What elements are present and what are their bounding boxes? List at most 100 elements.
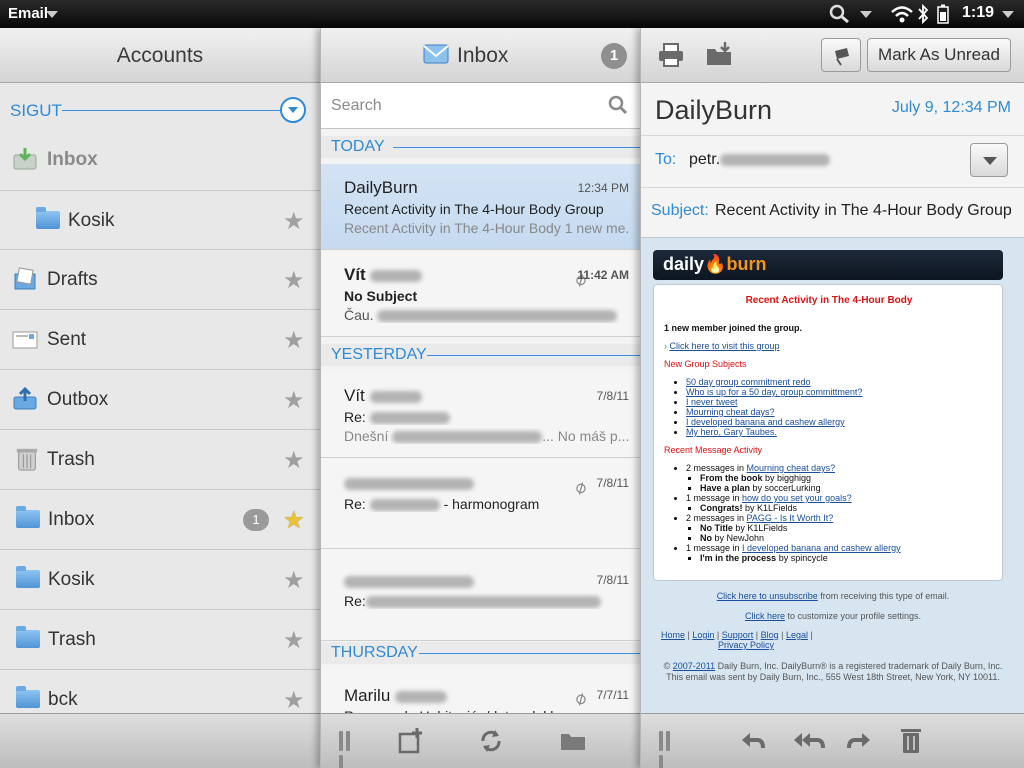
date-group-label: TODAY (331, 138, 385, 155)
message-time: 11:42 AM (577, 268, 629, 282)
folder-sent[interactable]: Sent ★ (0, 310, 320, 370)
inbox-icon (13, 148, 37, 170)
message-row-harmonogram[interactable]: ⌀ 7/8/11 Re: - harmonogram (321, 459, 640, 549)
folder-label: Kosik (68, 210, 115, 231)
activity-title: Recent Message Activity (664, 445, 763, 455)
flag-icon (835, 48, 849, 66)
app-menu-title[interactable]: Email (8, 5, 48, 22)
reply-all-icon[interactable] (791, 726, 831, 756)
subject-link[interactable]: 50 day group commitment redo (686, 377, 811, 387)
folder-icon (36, 207, 62, 232)
reply-icon[interactable] (737, 726, 769, 756)
message-row-re[interactable]: 7/8/11 Re: (321, 549, 640, 641)
subject-link[interactable]: Mourning cheat days? (686, 407, 775, 417)
bluetooth-icon (918, 4, 929, 24)
refresh-icon[interactable] (475, 726, 507, 756)
favorite-star-icon[interactable]: ★ (283, 207, 305, 236)
pane-drag-handle-icon[interactable] (339, 731, 357, 768)
delete-icon[interactable] (895, 726, 927, 756)
folder-label: Outbox (47, 389, 109, 410)
home-link[interactable]: Home (661, 630, 685, 640)
new-subjects-title: New Group Subjects (664, 359, 747, 369)
visit-group-link[interactable]: Click here to visit this group (670, 341, 780, 351)
folder-outbox[interactable]: Outbox ★ (0, 370, 320, 430)
favorite-star-icon[interactable]: ★ (283, 326, 305, 355)
folder-trash[interactable]: Trash ★ (0, 430, 320, 490)
date-group-divider (427, 355, 640, 356)
subject-value: Recent Activity in The 4-Hour Body Group (715, 202, 1012, 219)
recipients-expand-button[interactable] (970, 143, 1008, 177)
subject-link[interactable]: I never tweet (686, 397, 738, 407)
subject-link[interactable]: I developed banana and cashew allergy (686, 417, 845, 427)
system-menu-caret-icon[interactable] (1002, 11, 1014, 18)
copyright-link[interactable]: 2007-2011 (673, 661, 715, 671)
favorite-star-icon[interactable]: ★ (283, 506, 305, 535)
message-subject: Re: (344, 593, 629, 609)
folder-inbox-favorite[interactable]: Inbox 1 ★ (0, 490, 320, 550)
pane-drag-handle-icon[interactable] (659, 731, 677, 768)
account-header-sigut[interactable]: SIGUT (0, 95, 320, 125)
outbox-icon (13, 387, 37, 410)
mark-as-unread-button[interactable]: Mark As Unread (867, 38, 1011, 72)
joined-text: 1 new member joined the group. (664, 323, 803, 333)
folder-trash-custom[interactable]: Trash ★ (0, 610, 320, 670)
login-link[interactable]: Login (692, 630, 714, 640)
folder-kosik-account[interactable]: Kosik ★ (0, 190, 320, 250)
date-group-label: THURSDAY (331, 644, 418, 661)
folder-label: Kosik (48, 569, 95, 590)
favorite-star-icon[interactable]: ★ (283, 446, 305, 475)
date-group-thursday: THURSDAY (321, 642, 640, 664)
date-group-label: YESTERDAY (331, 346, 427, 363)
inbox-pane: Inbox 1 TODAY DailyBurn 12:34 PM Recent … (320, 28, 640, 768)
folder-inbox-account[interactable]: Inbox (0, 130, 320, 190)
thread-link[interactable]: Mourning cheat days? (747, 463, 836, 473)
search-icon[interactable] (608, 95, 628, 115)
account-collapse-toggle-icon[interactable] (280, 97, 306, 123)
email-content-card: Recent Activity in The 4-Hour Body 1 new… (653, 284, 1003, 581)
folder-kosik[interactable]: Kosik ★ (0, 550, 320, 610)
message-row-dailyburn[interactable]: DailyBurn 12:34 PM Recent Activity in Th… (321, 164, 640, 250)
envelope-icon (423, 44, 449, 64)
favorite-star-icon[interactable]: ★ (283, 686, 305, 715)
subject-link[interactable]: Who is up for a 50 day, group committmen… (686, 387, 862, 397)
move-to-folder-icon[interactable] (557, 726, 589, 756)
email-app: Email 1:19 Accounts SIGUT Inbox Kosik ★ (0, 0, 1024, 768)
favorite-star-icon[interactable]: ★ (283, 566, 305, 595)
move-folder-icon[interactable] (705, 41, 735, 67)
message-sender (344, 571, 474, 591)
dailyburn-logo: daily🔥burn (663, 254, 767, 274)
favorite-star-icon[interactable]: ★ (283, 626, 305, 655)
print-icon[interactable] (657, 42, 685, 68)
legal-link[interactable]: Legal (786, 630, 808, 640)
forward-icon[interactable] (843, 726, 875, 756)
blog-link[interactable]: Blog (761, 630, 779, 640)
thread-link[interactable]: I developed banana and cashew allergy (742, 543, 901, 553)
compose-icon[interactable] (395, 726, 427, 756)
search-input[interactable] (331, 95, 601, 117)
accounts-pane: Accounts SIGUT Inbox Kosik ★ Drafts ★ Se… (0, 28, 320, 768)
thread-link[interactable]: PAGG - Is It Worth It? (747, 513, 834, 523)
search-menu-caret-icon[interactable] (860, 11, 872, 18)
drafts-icon (14, 267, 36, 290)
unsubscribe-link[interactable]: Click here to unsubscribe (717, 591, 818, 601)
inbox-footer (321, 713, 640, 768)
activity-list: 2 messages in Mourning cheat days? From … (686, 463, 901, 563)
folder-drafts[interactable]: Drafts ★ (0, 250, 320, 310)
subject-link[interactable]: My hero, Gary Taubes. (686, 427, 777, 437)
favorite-star-icon[interactable]: ★ (283, 266, 305, 295)
profile-settings-link[interactable]: Click here (745, 611, 785, 621)
message-subject: Recent Activity in The 4-Hour Body Group (344, 201, 604, 217)
search-icon[interactable] (828, 4, 852, 24)
message-preview: Dnešní ... No máš p... (344, 428, 629, 444)
support-link[interactable]: Support (722, 630, 754, 640)
account-divider (62, 110, 280, 111)
folder-label: Drafts (47, 269, 98, 290)
flag-button[interactable] (821, 38, 861, 72)
privacy-policy-link[interactable]: Privacy Policy (661, 640, 774, 650)
app-menu-caret-icon[interactable] (46, 11, 58, 18)
account-name: SIGUT (10, 101, 62, 120)
favorite-star-icon[interactable]: ★ (283, 386, 305, 415)
message-row-vit-1[interactable]: Vít ⌀ 11:42 AM No Subject Čau. (321, 251, 640, 337)
thread-link[interactable]: how do you set your goals? (742, 493, 852, 503)
message-row-vit-2[interactable]: Vít 7/8/11 Re: Dnešní ... No máš p... (321, 372, 640, 458)
